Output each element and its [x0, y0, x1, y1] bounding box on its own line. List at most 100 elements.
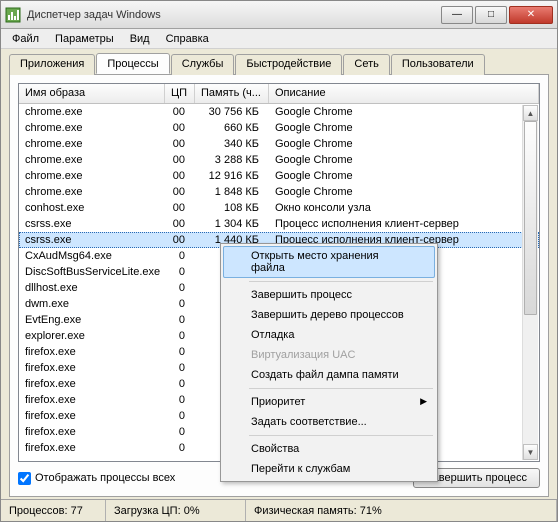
cell-name: csrss.exe: [19, 234, 165, 246]
tab-applications[interactable]: Приложения: [9, 54, 95, 75]
context-item[interactable]: Перейти к службам: [223, 459, 435, 479]
tab-services[interactable]: Службы: [171, 54, 235, 75]
scroll-up-button[interactable]: ▲: [523, 105, 538, 121]
cell-cpu: 0: [165, 362, 195, 374]
tabs: Приложения Процессы Службы Быстродействи…: [9, 53, 549, 75]
cell-cpu: 0: [165, 330, 195, 342]
scroll-thumb[interactable]: [524, 121, 537, 315]
maximize-button[interactable]: □: [475, 6, 507, 24]
col-image-name[interactable]: Имя образа: [19, 84, 165, 103]
cell-cpu: 00: [165, 106, 195, 118]
cell-name: firefox.exe: [19, 426, 165, 438]
context-item[interactable]: Приоритет▶: [223, 392, 435, 412]
cell-name: chrome.exe: [19, 106, 165, 118]
cell-memory: 340 КБ: [195, 138, 269, 150]
menubar: Файл Параметры Вид Справка: [1, 29, 557, 49]
vertical-scrollbar[interactable]: ▲ ▼: [522, 105, 538, 460]
cell-memory: 660 КБ: [195, 122, 269, 134]
context-separator: [249, 388, 433, 389]
process-row[interactable]: chrome.exe003 288 КБGoogle Chrome: [19, 152, 539, 168]
cell-name: chrome.exe: [19, 122, 165, 134]
cell-description: Google Chrome: [269, 122, 539, 134]
cell-description: Google Chrome: [269, 106, 539, 118]
cell-cpu: 00: [165, 186, 195, 198]
process-row[interactable]: chrome.exe0030 756 КБGoogle Chrome: [19, 104, 539, 120]
menu-help[interactable]: Справка: [159, 31, 216, 47]
col-memory[interactable]: Память (ч...: [195, 84, 269, 103]
context-item[interactable]: Завершить дерево процессов: [223, 305, 435, 325]
status-cpu: Загрузка ЦП: 0%: [106, 500, 246, 521]
cell-name: firefox.exe: [19, 442, 165, 454]
cell-description: Процесс исполнения клиент-сервер: [269, 218, 539, 230]
scroll-track[interactable]: [523, 121, 538, 444]
col-cpu[interactable]: ЦП: [165, 84, 195, 103]
context-separator: [249, 281, 433, 282]
scroll-down-button[interactable]: ▼: [523, 444, 538, 460]
context-item[interactable]: Открыть место хранения файла: [223, 246, 435, 278]
app-icon: [5, 7, 21, 23]
cell-name: chrome.exe: [19, 138, 165, 150]
cell-description: Google Chrome: [269, 138, 539, 150]
cell-memory: 1 304 КБ: [195, 218, 269, 230]
status-memory: Физическая память: 71%: [246, 500, 557, 521]
cell-name: chrome.exe: [19, 186, 165, 198]
cell-name: explorer.exe: [19, 330, 165, 342]
cell-cpu: 0: [165, 250, 195, 262]
submenu-arrow-icon: ▶: [420, 396, 427, 407]
cell-cpu: 00: [165, 138, 195, 150]
context-item[interactable]: Завершить процесс: [223, 285, 435, 305]
cell-name: chrome.exe: [19, 170, 165, 182]
context-item[interactable]: Отладка: [223, 325, 435, 345]
cell-name: csrss.exe: [19, 218, 165, 230]
window-title: Диспетчер задач Windows: [27, 9, 441, 21]
process-row[interactable]: chrome.exe00340 КБGoogle Chrome: [19, 136, 539, 152]
cell-cpu: 0: [165, 346, 195, 358]
cell-name: firefox.exe: [19, 410, 165, 422]
context-item[interactable]: Создать файл дампа памяти: [223, 365, 435, 385]
titlebar[interactable]: Диспетчер задач Windows — □ ✕: [1, 1, 557, 29]
cell-name: firefox.exe: [19, 378, 165, 390]
cell-cpu: 0: [165, 378, 195, 390]
cell-cpu: 0: [165, 298, 195, 310]
cell-memory: 108 КБ: [195, 202, 269, 214]
show-all-users-label: Отображать процессы всех: [35, 472, 175, 484]
context-item[interactable]: Задать соответствие...: [223, 412, 435, 432]
cell-cpu: 0: [165, 410, 195, 422]
menu-file[interactable]: Файл: [5, 31, 46, 47]
cell-name: EvtEng.exe: [19, 314, 165, 326]
cell-cpu: 0: [165, 442, 195, 454]
context-item: Виртуализация UAC: [223, 345, 435, 365]
cell-cpu: 0: [165, 314, 195, 326]
process-row[interactable]: chrome.exe0012 916 КБGoogle Chrome: [19, 168, 539, 184]
tab-network[interactable]: Сеть: [343, 54, 389, 75]
cell-name: firefox.exe: [19, 362, 165, 374]
cell-description: Google Chrome: [269, 186, 539, 198]
cell-name: dllhost.exe: [19, 282, 165, 294]
cell-cpu: 0: [165, 282, 195, 294]
cell-memory: 3 288 КБ: [195, 154, 269, 166]
cell-description: Google Chrome: [269, 154, 539, 166]
menu-options[interactable]: Параметры: [48, 31, 121, 47]
context-separator: [249, 435, 433, 436]
tab-processes[interactable]: Процессы: [96, 53, 169, 74]
process-row[interactable]: chrome.exe001 848 КБGoogle Chrome: [19, 184, 539, 200]
process-row[interactable]: csrss.exe001 304 КБПроцесс исполнения кл…: [19, 216, 539, 232]
close-button[interactable]: ✕: [509, 6, 553, 24]
context-menu[interactable]: Открыть место хранения файла Завершить пр…: [220, 243, 438, 482]
cell-description: Окно консоли узла: [269, 202, 539, 214]
cell-cpu: 00: [165, 218, 195, 230]
cell-memory: 12 916 КБ: [195, 170, 269, 182]
process-row[interactable]: conhost.exe00108 КБОкно консоли узла: [19, 200, 539, 216]
cell-cpu: 00: [165, 202, 195, 214]
cell-cpu: 00: [165, 154, 195, 166]
status-processes: Процессов: 77: [1, 500, 106, 521]
col-description[interactable]: Описание: [269, 84, 539, 103]
tab-users[interactable]: Пользователи: [391, 54, 485, 75]
minimize-button[interactable]: —: [441, 6, 473, 24]
context-item[interactable]: Свойства: [223, 439, 435, 459]
process-row[interactable]: chrome.exe00660 КБGoogle Chrome: [19, 120, 539, 136]
show-all-users-input[interactable]: [18, 472, 31, 485]
tab-performance[interactable]: Быстродействие: [235, 54, 342, 75]
cell-name: conhost.exe: [19, 202, 165, 214]
menu-view[interactable]: Вид: [123, 31, 157, 47]
